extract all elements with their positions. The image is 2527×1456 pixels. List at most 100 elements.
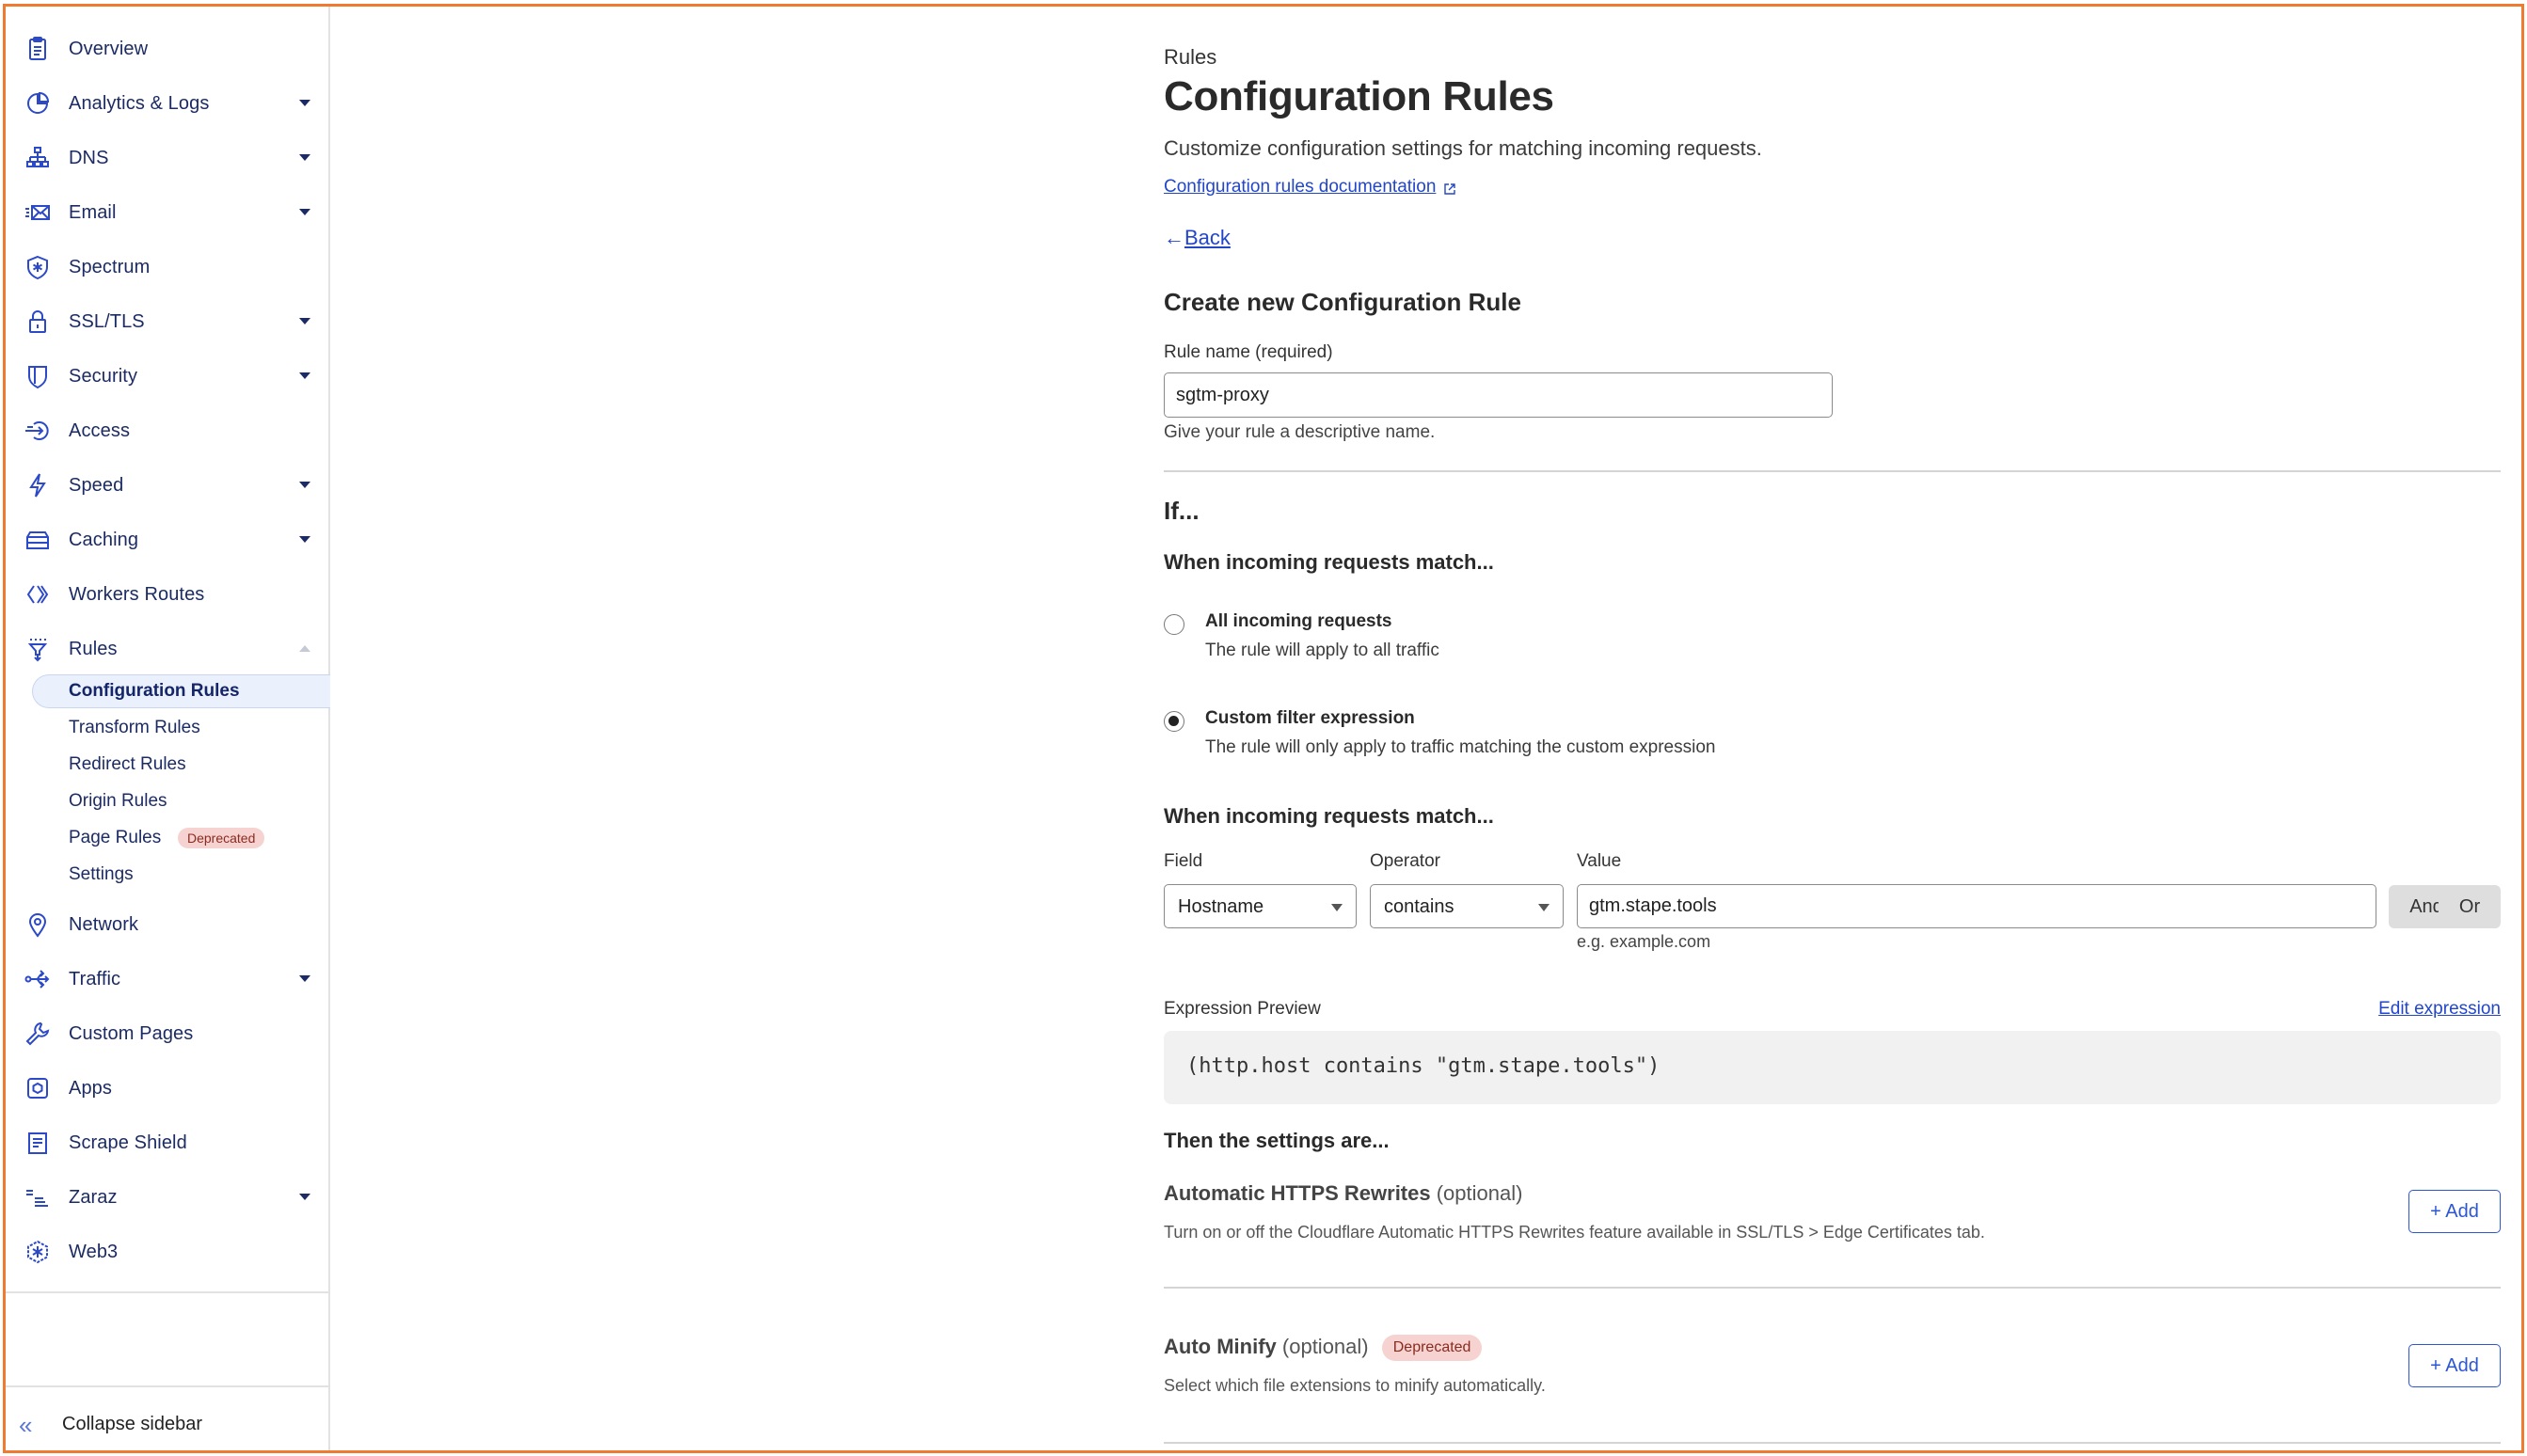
setting-divider — [1164, 1442, 2501, 1444]
match-heading-2: When incoming requests match... — [1164, 804, 1494, 828]
field-select[interactable]: Hostname — [1164, 884, 1357, 928]
pie-chart-icon — [24, 90, 51, 117]
sidebar-item-label: Spectrum — [69, 256, 151, 277]
sidebar-subitem-label: Transform Rules — [69, 718, 200, 737]
sidebar-item-label: Email — [69, 201, 117, 223]
add-auto-minify-button[interactable]: + Add — [2408, 1344, 2501, 1387]
sidebar-subitem-settings[interactable]: Settings — [32, 858, 330, 892]
chevron-down-icon — [299, 372, 310, 379]
chevron-down-icon — [299, 100, 310, 106]
sidebar-item-label: Access — [69, 419, 131, 441]
sidebar-item-dns[interactable]: DNS — [6, 135, 328, 182]
sidebar-subitem-origin-rules[interactable]: Origin Rules — [32, 784, 330, 818]
rule-name-input[interactable] — [1164, 372, 1833, 418]
expression-code: (http.host contains "gtm.stape.tools") — [1186, 1054, 1661, 1078]
server-stack-icon — [24, 527, 51, 553]
sidebar-divider — [6, 1385, 328, 1387]
sidebar-item-label: Network — [69, 913, 139, 935]
zaraz-icon — [24, 1184, 51, 1211]
sidebar-item-traffic[interactable]: Traffic — [6, 956, 328, 1003]
value-input[interactable] — [1577, 884, 2376, 928]
deprecated-badge: Deprecated — [178, 828, 265, 848]
back-link[interactable]: ←Back — [1164, 226, 1231, 250]
radio-option-title: Custom filter expression — [1205, 708, 1415, 728]
sidebar-item-access[interactable]: Access — [6, 407, 328, 454]
breadcrumb: Rules — [1164, 45, 1217, 69]
edit-expression-link[interactable]: Edit expression — [2378, 999, 2501, 1020]
double-chevron-left-icon: « — [19, 1411, 33, 1439]
chevron-down-icon — [299, 975, 310, 982]
shield-snowflake-icon — [24, 254, 51, 280]
operator-label: Operator — [1370, 851, 1440, 871]
apps-icon — [24, 1075, 51, 1101]
or-button[interactable]: Or — [2439, 885, 2501, 928]
deprecated-badge: Deprecated — [1381, 1335, 1483, 1361]
envelope-icon — [24, 199, 51, 226]
expression-preview-label: Expression Preview — [1164, 999, 1321, 1019]
sidebar-item-caching[interactable]: Caching — [6, 516, 328, 563]
sidebar-item-network[interactable]: Network — [6, 901, 328, 948]
sidebar-item-zaraz[interactable]: Zaraz — [6, 1174, 328, 1221]
rule-name-help: Give your rule a descriptive name. — [1164, 422, 1436, 442]
sidebar-item-apps[interactable]: Apps — [6, 1065, 328, 1112]
setting-optional: (optional) — [1436, 1181, 1523, 1205]
sidebar-subitem-configuration-rules[interactable]: Configuration Rules — [32, 674, 330, 708]
sidebar-item-spectrum[interactable]: Spectrum — [6, 244, 328, 291]
radio-all-incoming-requests[interactable] — [1164, 614, 1184, 635]
operator-select-value: contains — [1384, 896, 1454, 917]
documentation-link[interactable]: Configuration rules documentation — [1164, 177, 1456, 198]
setting-auto-minify-title: Auto Minify (optional) Deprecated — [1164, 1335, 1483, 1361]
form-section-title: Create new Configuration Rule — [1164, 288, 1521, 316]
wrench-icon — [24, 1021, 51, 1047]
sidebar-subitem-label: Redirect Rules — [69, 754, 186, 774]
sidebar-item-email[interactable]: Email — [6, 189, 328, 236]
sidebar-item-label: Zaraz — [69, 1186, 118, 1208]
radio-option-title: All incoming requests — [1205, 611, 1392, 631]
document-icon — [24, 1130, 51, 1156]
collapse-sidebar-label: Collapse sidebar — [62, 1414, 202, 1434]
sidebar-item-label: Rules — [69, 638, 118, 659]
chevron-down-icon — [299, 1194, 310, 1200]
sidebar-item-web3[interactable]: Web3 — [6, 1228, 328, 1275]
sidebar-item-overview[interactable]: Overview — [6, 25, 328, 72]
chevron-down-icon — [299, 209, 310, 215]
add-automatic-https-rewrites-button[interactable]: + Add — [2408, 1190, 2501, 1233]
web3-icon — [24, 1239, 51, 1265]
arrow-left-icon: ← — [1164, 226, 1184, 249]
setting-optional: (optional) — [1281, 1335, 1369, 1358]
shield-icon — [24, 363, 51, 389]
sidebar-item-workers-routes[interactable]: Workers Routes — [6, 571, 328, 618]
sidebar-subitem-page-rules[interactable]: Page Rules Deprecated — [32, 821, 330, 855]
operator-select[interactable]: contains — [1370, 884, 1564, 928]
sidebar-divider — [6, 1291, 328, 1293]
value-label: Value — [1577, 851, 1622, 871]
lock-icon — [24, 309, 51, 335]
sidebar-item-label: DNS — [69, 147, 109, 168]
sidebar-item-label: Traffic — [69, 968, 121, 989]
radio-custom-filter-expression[interactable] — [1164, 711, 1184, 732]
page-title: Configuration Rules — [1164, 73, 1554, 119]
sidebar-item-analytics[interactable]: Analytics & Logs — [6, 80, 328, 127]
funnel-icon — [24, 636, 51, 662]
sidebar-item-rules[interactable]: Rules — [6, 625, 328, 673]
sidebar-subitem-transform-rules[interactable]: Transform Rules — [32, 711, 330, 745]
sidebar-item-speed[interactable]: Speed — [6, 462, 328, 509]
sidebar-item-label: Scrape Shield — [69, 1132, 187, 1153]
sidebar-item-label: SSL/TLS — [69, 310, 145, 332]
location-pin-icon — [24, 911, 51, 938]
sidebar-item-label: Analytics & Logs — [69, 92, 210, 114]
traffic-split-icon — [24, 966, 51, 992]
sidebar-subitem-redirect-rules[interactable]: Redirect Rules — [32, 748, 330, 782]
collapse-sidebar-button[interactable]: « Collapse sidebar — [6, 1406, 328, 1444]
main-content: Rules Configuration Rules Customize conf… — [1164, 0, 2501, 1456]
sidebar-item-label: Caching — [69, 529, 139, 550]
chevron-up-icon — [299, 645, 310, 652]
clipboard-icon — [24, 36, 51, 62]
sidebar-item-custom-pages[interactable]: Custom Pages — [6, 1010, 328, 1057]
then-heading: Then the settings are... — [1164, 1129, 1390, 1152]
sidebar-item-ssl-tls[interactable]: SSL/TLS — [6, 298, 328, 345]
value-hint: e.g. example.com — [1577, 932, 1711, 951]
radio-option-desc: The rule will only apply to traffic matc… — [1205, 737, 1716, 757]
sidebar-item-scrape-shield[interactable]: Scrape Shield — [6, 1119, 328, 1166]
sidebar-item-security[interactable]: Security — [6, 353, 328, 400]
